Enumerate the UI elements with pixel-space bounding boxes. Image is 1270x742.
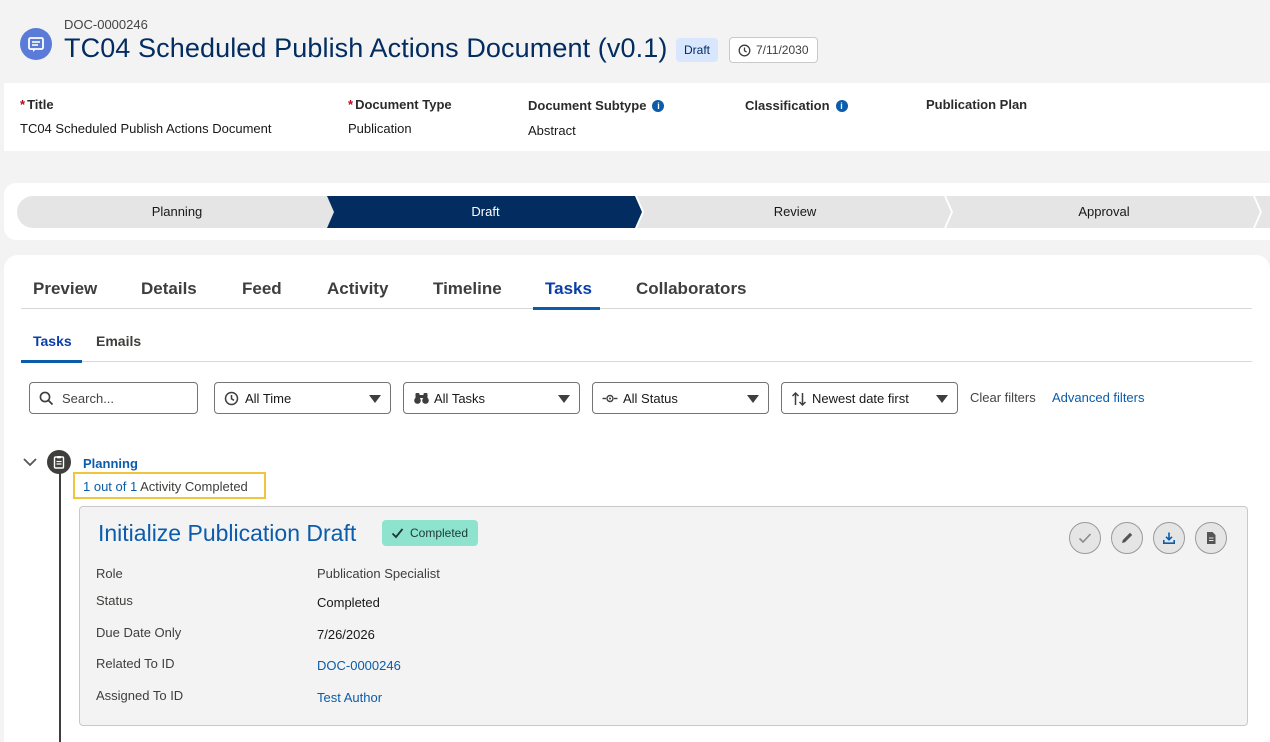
date-badge-text: 7/11/2030 (756, 43, 809, 57)
progress-count: 1 out of 1 (83, 479, 138, 494)
status-filter-value: All Status (623, 391, 678, 406)
field-label: Document Type (355, 97, 452, 112)
task-type-filter-select[interactable]: All Tasks (403, 382, 580, 414)
task-field-value-role: Publication Specialist (317, 566, 440, 581)
subtab-tasks[interactable]: Tasks (33, 333, 72, 349)
info-icon[interactable]: i (652, 99, 665, 112)
clear-filters-link[interactable]: Clear filters (970, 390, 1036, 405)
tab-feed[interactable]: Feed (242, 279, 282, 299)
tab-preview[interactable]: Preview (33, 279, 97, 299)
record-header: DOC-0000246 TC04 Scheduled Publish Actio… (0, 0, 1270, 82)
status-filter-select[interactable]: All Status (592, 382, 769, 414)
task-status-badge: Completed (382, 520, 479, 546)
pencil-icon (1122, 532, 1133, 543)
field-label: Classification (745, 98, 830, 113)
progress-text: Activity Completed (140, 479, 248, 494)
clock-icon (224, 391, 239, 406)
record-tabs: Preview Details Feed Activity Timeline T… (21, 270, 1252, 310)
field-document-subtype: Document Subtype i Abstract (528, 98, 665, 138)
document-record-icon (20, 28, 52, 60)
stage-path: Planning Draft Review Approval (17, 196, 1270, 228)
search-icon (39, 391, 54, 406)
task-field-label-due-date: Due Date Only (96, 625, 182, 640)
clock-icon (738, 44, 751, 57)
tab-tasks[interactable]: Tasks (545, 279, 592, 299)
task-title-link[interactable]: Initialize Publication Draft (98, 520, 356, 547)
tab-details[interactable]: Details (141, 279, 197, 299)
task-field-label-related-to: Related To ID (96, 656, 175, 671)
task-field-value-status: Completed (317, 595, 380, 610)
active-subtab-indicator (21, 360, 82, 363)
document-id: DOC-0000246 (64, 17, 148, 32)
sort-value: Newest date first (812, 391, 909, 406)
info-icon[interactable]: i (835, 99, 848, 112)
group-progress-summary: 1 out of 1 Activity Completed (73, 472, 266, 499)
tab-timeline[interactable]: Timeline (433, 279, 502, 299)
task-field-value-assigned-to[interactable]: Test Author (317, 690, 382, 705)
stage-planning[interactable]: Planning (17, 196, 337, 228)
download-button[interactable] (1153, 522, 1185, 554)
stage-approval[interactable]: Approval (948, 196, 1260, 228)
check-icon (391, 528, 404, 539)
task-subtabs: Tasks Emails (21, 323, 1252, 363)
tab-activity[interactable]: Activity (327, 279, 388, 299)
timeline-line (59, 470, 61, 742)
timeline-group-title[interactable]: Planning (83, 456, 138, 471)
field-title: * Title TC04 Scheduled Publish Actions Do… (20, 97, 271, 136)
advanced-filters-link[interactable]: Advanced filters (1052, 390, 1145, 405)
required-asterisk: * (20, 97, 26, 112)
field-label: Publication Plan (926, 97, 1028, 112)
task-field-value-due-date: 7/26/2026 (317, 627, 375, 642)
field-publication-plan: Publication Plan (926, 97, 1027, 122)
date-badge: 7/11/2030 (729, 37, 818, 63)
status-target-icon (602, 394, 618, 403)
search-placeholder: Search... (62, 391, 115, 406)
chevron-down-icon[interactable] (22, 454, 38, 470)
binoculars-icon (414, 393, 429, 404)
task-field-label-status: Status (96, 593, 133, 608)
stage-review[interactable]: Review (639, 196, 951, 228)
subtab-emails[interactable]: Emails (96, 333, 141, 349)
task-type-filter-value: All Tasks (434, 391, 486, 406)
tab-collaborators[interactable]: Collaborators (636, 279, 747, 299)
field-classification: Classification i (745, 98, 848, 123)
sort-arrows-icon (791, 391, 807, 407)
field-value: Publication (348, 121, 412, 136)
chevron-down-icon (369, 395, 381, 403)
chevron-down-icon (747, 395, 759, 403)
active-tab-indicator (533, 307, 600, 310)
page-title: TC04 Scheduled Publish Actions Document … (64, 33, 668, 63)
highlights-panel: * Title TC04 Scheduled Publish Actions Do… (4, 83, 1270, 151)
task-field-label-assigned-to: Assigned To ID (96, 688, 184, 703)
status-badge: Draft (676, 38, 719, 62)
edit-task-button[interactable] (1111, 522, 1143, 554)
sort-select[interactable]: Newest date first (781, 382, 958, 414)
search-input[interactable]: Search... (29, 382, 198, 414)
field-label: Title (27, 97, 54, 112)
field-value: TC04 Scheduled Publish Actions Document (20, 121, 272, 136)
view-document-button[interactable] (1195, 522, 1227, 554)
field-label: Document Subtype (528, 98, 647, 113)
task-status-text: Completed (410, 526, 469, 540)
field-value: Abstract (528, 123, 576, 138)
task-field-label-role: Role (96, 566, 123, 581)
field-document-type: * Document Type Publication (348, 97, 452, 136)
download-icon (1163, 532, 1175, 544)
chevron-down-icon (558, 395, 570, 403)
chevron-down-icon (936, 395, 948, 403)
time-filter-value: All Time (245, 391, 292, 406)
task-field-value-related-to[interactable]: DOC-0000246 (317, 658, 401, 673)
complete-task-button[interactable] (1069, 522, 1101, 554)
stage-draft[interactable]: Draft (329, 196, 642, 228)
required-asterisk: * (348, 97, 354, 112)
task-list-icon (47, 450, 71, 474)
check-icon (1078, 533, 1092, 544)
document-icon (1207, 532, 1216, 544)
time-filter-select[interactable]: All Time (214, 382, 391, 414)
